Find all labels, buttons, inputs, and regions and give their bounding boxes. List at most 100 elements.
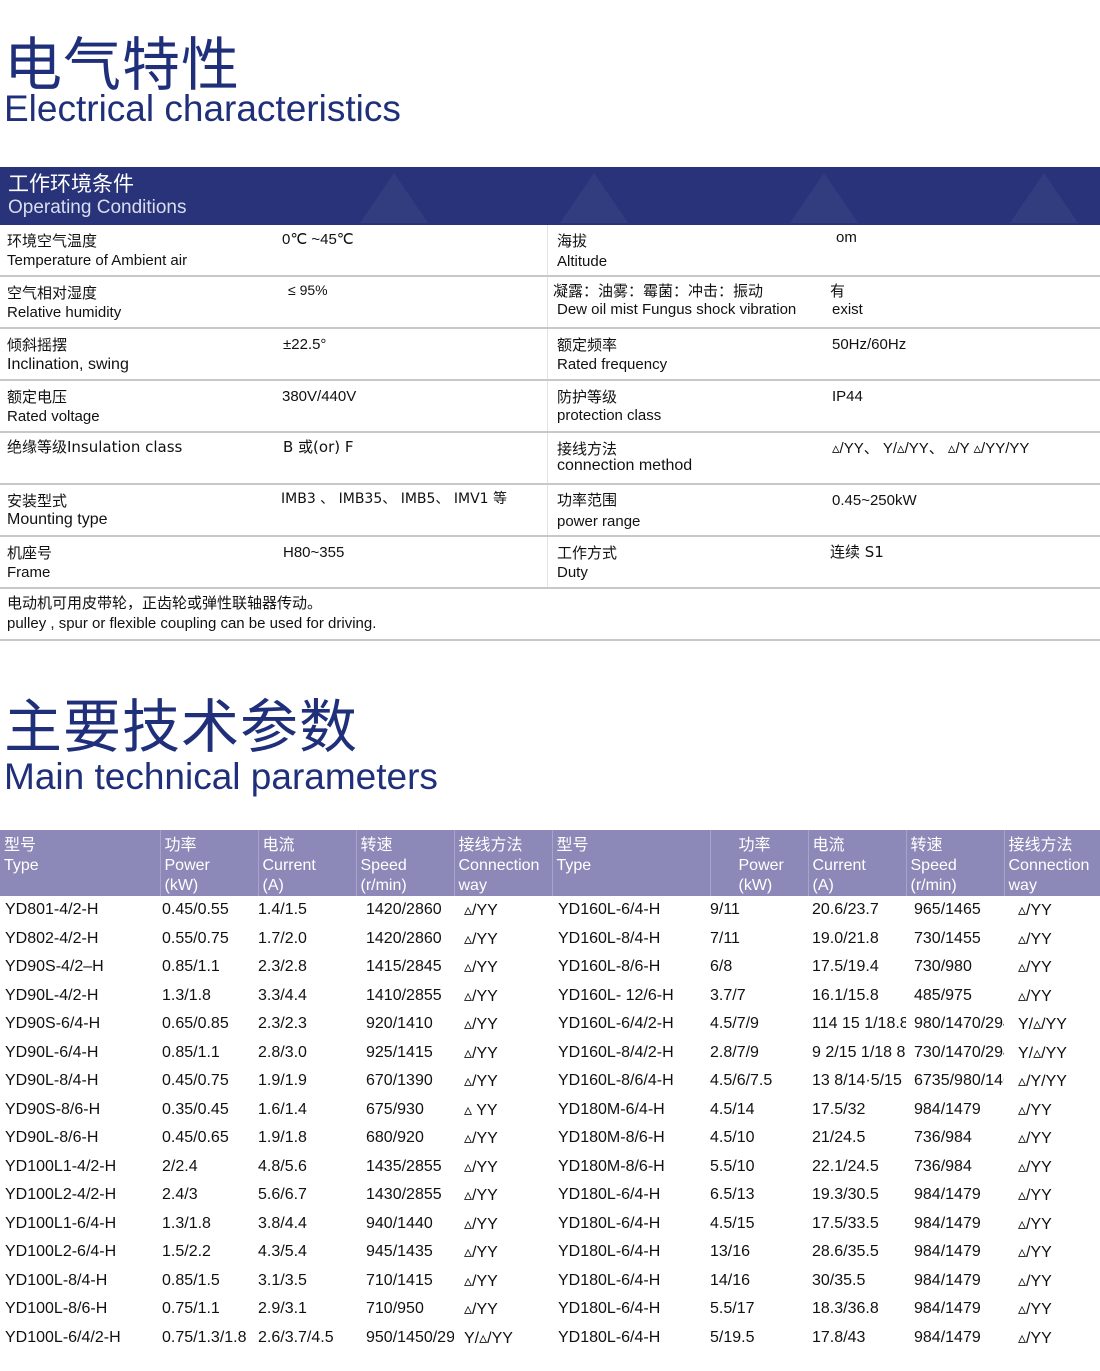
condition-label-cn: 防护等级 [557, 388, 618, 406]
column-header-unit [4, 876, 159, 896]
table-cell: 3.8/4.4 [258, 1214, 307, 1232]
table-cell: 4.5/7/9 [710, 1015, 759, 1033]
table-row: YD801-4/2-H 0.45/0.55 1.4/1.5 1420/2860 ▵/YY… [0, 896, 1100, 925]
table-cell: ▵/YY [464, 1215, 498, 1233]
table-cell: ▵/YY [1018, 1130, 1052, 1148]
table-cell: ▵/YY [464, 959, 498, 977]
table-row: YD100L-8/6-H 0.75/1.1 2.9/3.1 710/950 ▵/YY YD… [0, 1295, 1100, 1324]
table-cell: 14/16 [710, 1271, 751, 1289]
table-cell: ▵/YY [464, 1130, 498, 1148]
table-cell: 945/1435 [366, 1243, 433, 1261]
table-cell: ▵/YY [1018, 1215, 1052, 1233]
table-cell: 6/8 [710, 958, 733, 976]
column-header-cn: 电流 [262, 837, 295, 854]
table-cell: 1410/2855 [366, 986, 442, 1004]
column-header-cn: 功率 [738, 837, 771, 854]
table-cell: ▵/YY [1018, 1101, 1052, 1119]
column-header-cn: 电流 [812, 837, 845, 854]
column-header: 功率 Power (kW) [710, 830, 809, 896]
decorative-triangle [360, 173, 428, 223]
column-header-en: Connection [458, 857, 540, 874]
condition-row: 安装型式 Mounting type IMB3 、 IMB35、 IMB5、 I… [0, 485, 1100, 537]
table-cell: 4.5/15 [710, 1214, 755, 1232]
section-title-cn: 电气特性 [4, 31, 241, 99]
condition-value: B 或(or) F [283, 438, 354, 456]
column-header-cn: 接线方法 [458, 837, 523, 854]
condition-label-en: Duty [557, 564, 588, 581]
table-cell: YD90L-8/4-H [5, 1072, 99, 1090]
table-cell: 0.85/1.1 [162, 958, 220, 976]
condition-label-cn: 安装型式 [7, 492, 68, 510]
table-cell: 984/1479 [914, 1243, 981, 1261]
table-cell: 5/19.5 [710, 1328, 755, 1346]
column-header-cn: 转速 [360, 837, 393, 854]
condition-row: 空气相对湿度 Relative humidity ≤ 95% 凝露：油雾：霉菌：… [0, 277, 1100, 329]
table-cell: 0.85/1.5 [162, 1271, 220, 1289]
drive-note-en: pulley , spur or flexible coupling can b… [7, 615, 377, 632]
table-cell: 1430/2855 [366, 1186, 442, 1204]
table-cell: YD90S-6/4-H [5, 1015, 101, 1033]
table-cell: 0.65/0.85 [162, 1015, 229, 1033]
table-row: YD90L-6/4-H 0.85/1.1 2.8/3.0 925/1415 ▵/YY YD… [0, 1039, 1100, 1068]
table-cell: ▵/YY [464, 1073, 498, 1091]
table-cell: YD801-4/2-H [5, 901, 99, 919]
table-cell: 0.35/0.45 [162, 1100, 229, 1118]
table-row: YD100L1-6/4-H 1.3/1.8 3.8/4.4 940/1440 ▵/YY Y… [0, 1210, 1100, 1239]
table-cell: YD90S-8/6-H [5, 1100, 101, 1118]
condition-label-cn: 环境空气温度 [7, 232, 98, 250]
table-cell: YD180M-8/6-H [558, 1157, 665, 1175]
table-cell: 20.6/23.7 [812, 901, 879, 919]
condition-label-en: Inclination, swing [7, 356, 129, 373]
table-cell: 925/1415 [366, 1043, 433, 1061]
conditions-table: 环境空气温度 Temperature of Ambient air 0℃ ~45… [0, 225, 1100, 641]
table-cell: 5.5/10 [710, 1157, 755, 1175]
table-cell: YD100L-6/4/2-H [5, 1328, 121, 1346]
table-cell: YD160L-8/6/4-H [558, 1072, 674, 1090]
column-header-unit: (A) [812, 877, 834, 894]
table-cell: 680/920 [366, 1129, 424, 1147]
table-cell: 1.9/1.9 [258, 1072, 307, 1090]
table-cell: Y/▵/YY [464, 1329, 513, 1347]
table-row: YD100L2-4/2-H 2.4/3 5.6/6.7 1430/2855 ▵/YY YD… [0, 1181, 1100, 1210]
condition-value: ±22.5° [283, 336, 327, 353]
condition-value: om [836, 229, 857, 246]
condition-label-en: Frame [7, 564, 51, 581]
drive-note-row: 电动机可用皮带轮，正齿轮或弹性联轴器传动。 pulley , spur or f… [0, 589, 1100, 641]
technical-parameters-table: 型号 Type 功率 Power (kW) 电流 Current (A) 转速 Speed (r/… [0, 830, 1100, 1352]
section-title-en: Main technical parameters [4, 756, 438, 797]
table-cell: 17.5/33.5 [812, 1214, 879, 1232]
condition-label-cn: 额定电压 [7, 388, 68, 406]
table-cell: YD100L-8/6-H [5, 1300, 108, 1318]
table-cell: 0.85/1.1 [162, 1043, 220, 1061]
table-cell: YD160L- 12/6-H [558, 986, 674, 1004]
condition-label-cn: 凝露：油雾：霉菌：冲击：振动 [553, 282, 764, 300]
table-row: YD90L-8/6-H 0.45/0.65 1.9/1.8 680/920 ▵/YY YD… [0, 1124, 1100, 1153]
condition-label-cn: 倾斜摇摆 [7, 336, 68, 354]
table-cell: 2.4/3 [162, 1186, 198, 1204]
table-cell: 984/1479 [914, 1328, 981, 1346]
table-body: YD801-4/2-H 0.45/0.55 1.4/1.5 1420/2860 ▵/YY… [0, 896, 1100, 1352]
condition-label-en: protection class [557, 407, 662, 424]
column-header-en: Power [738, 857, 784, 874]
table-cell: 736/984 [914, 1129, 972, 1147]
table-cell: 13 8/14·5/15 [812, 1072, 902, 1090]
table-cell: 0.45/0.55 [162, 901, 229, 919]
column-header-unit: (A) [262, 877, 284, 894]
condition-value: 连续 S1 [830, 543, 884, 561]
column-header-en: Type [556, 857, 592, 874]
operating-conditions-banner: 工作环境条件 Operating Conditions [0, 167, 1100, 225]
condition-value: 0℃ ~45℃ [282, 231, 354, 248]
table-cell: 17.5/32 [812, 1100, 866, 1118]
table-cell: 736/984 [914, 1157, 972, 1175]
table-cell: 1.9/1.8 [258, 1129, 307, 1147]
column-header-unit: way [458, 877, 487, 894]
condition-label-cn: 功率范围 [557, 491, 618, 509]
table-cell: 950/1450/2905 [366, 1328, 454, 1346]
condition-label-cn: 海拔 [557, 232, 588, 250]
table-cell: YD90S-4/2–H [5, 958, 104, 976]
table-cell: ▵/YY [464, 1044, 498, 1062]
table-row: YD100L-8/4-H 0.85/1.5 3.1/3.5 710/1415 ▵/YY Y… [0, 1267, 1100, 1296]
condition-label-cn: 接线方法 [557, 440, 618, 458]
condition-row: 额定电压 Rated voltage 380V/440V 防护等级 protec… [0, 381, 1100, 433]
table-cell: YD100L2-4/2-H [5, 1186, 117, 1204]
